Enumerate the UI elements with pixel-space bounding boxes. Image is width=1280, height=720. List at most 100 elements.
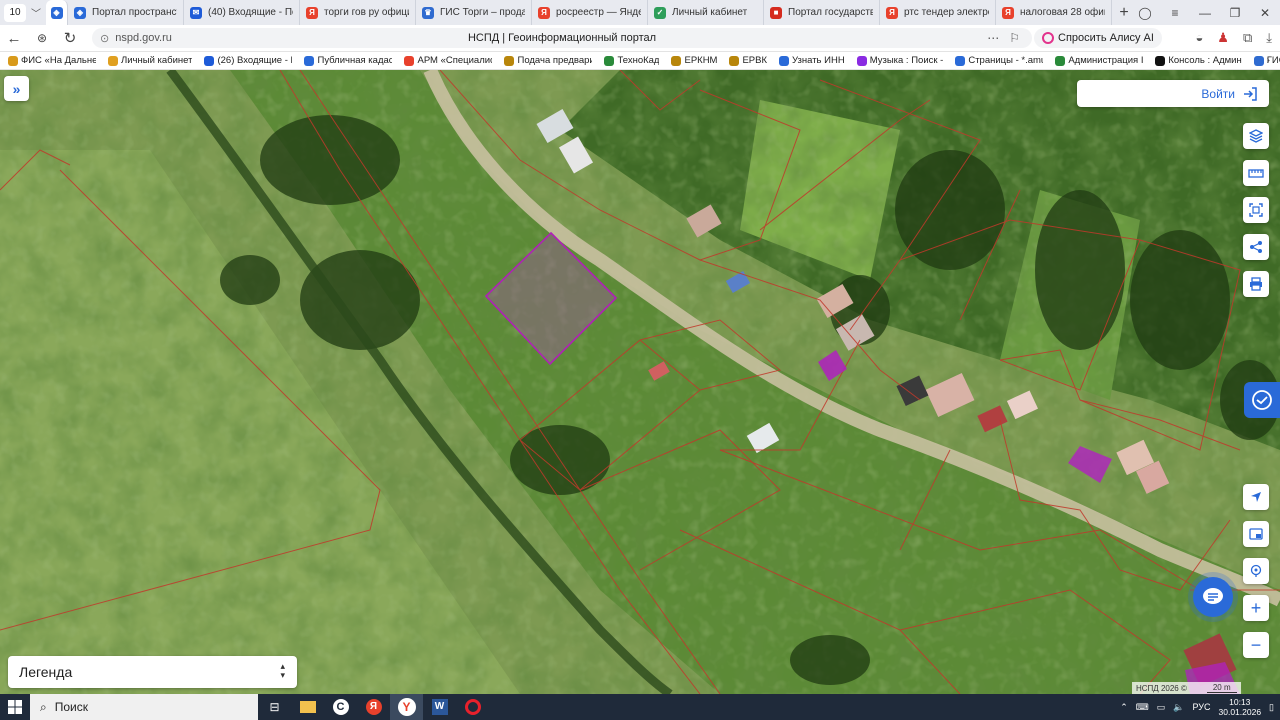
tab-item[interactable]: Яросреестр — Яндекс	[532, 0, 648, 25]
notifications-icon[interactable]: ▯	[1269, 702, 1274, 713]
more-icon[interactable]: ⋯	[987, 31, 999, 45]
toolbar-icons: ◒ ♟ ⧉ ⤓	[1195, 30, 1272, 46]
clock[interactable]: 10:13 30.01.2026	[1219, 697, 1262, 717]
tab-favicon-icon: Я	[538, 6, 550, 19]
bookmark-item[interactable]: Публичная кадаст	[304, 55, 392, 66]
bookmark-item[interactable]: Узнать ИНН	[779, 55, 845, 66]
search-location-button[interactable]	[1243, 558, 1269, 584]
site-info-icon[interactable]: ⊙	[100, 32, 109, 45]
tab-item[interactable]: ♛ ГИС Торги – продаж	[416, 0, 532, 25]
tab-item[interactable]: Яртс тендер электрон	[880, 0, 996, 25]
url-text: nspd.gov.ru	[115, 32, 172, 44]
zoom-out-button[interactable]: −	[1243, 632, 1269, 658]
menu-icon[interactable]: ≡	[1160, 6, 1190, 20]
app-c-icon[interactable]: C	[324, 694, 357, 720]
network-icon[interactable]: ▭	[1157, 702, 1166, 713]
task-view-icon[interactable]: ⊟	[258, 694, 291, 720]
tabs-dropdown-icon[interactable]: ﹀	[26, 5, 46, 20]
url-field[interactable]: ⊙ nspd.gov.ru НСПД | Геоинформационный п…	[92, 28, 1032, 48]
bookmark-label: Музыка : Поиск -	[869, 55, 944, 66]
minimize-icon[interactable]: —	[1190, 6, 1220, 20]
tab-label: (40) Входящие - Поч	[208, 7, 293, 18]
address-bar: ← ⊛ ↻ ⊙ nspd.gov.ru НСПД | Геоинформацио…	[0, 25, 1280, 52]
locate-button[interactable]	[1243, 484, 1269, 510]
vpn-icon[interactable]: ◒	[1195, 30, 1203, 46]
login-button[interactable]: Войти	[1077, 80, 1269, 107]
share-button[interactable]	[1243, 234, 1269, 260]
collections-icon[interactable]: ⧉	[1243, 30, 1252, 46]
bookmark-item[interactable]: АРМ «Специалист	[404, 55, 492, 66]
tab-label: торги гов ру офици	[324, 7, 409, 18]
assistant-button[interactable]	[1244, 382, 1280, 418]
bookmark-item[interactable]: ЕРКНМ	[671, 55, 717, 66]
bookmark-item[interactable]: Музыка : Поиск -	[856, 55, 944, 66]
tray-expand-icon[interactable]: ⌃	[1120, 702, 1128, 713]
ask-alice-button[interactable]: Спросить Алису AI	[1034, 28, 1162, 48]
minimap-button[interactable]	[1243, 521, 1269, 547]
language-indicator[interactable]: РУС	[1192, 702, 1210, 712]
taskbar-search[interactable]: ⌕ Поиск	[30, 694, 258, 720]
bookmark-item[interactable]: Администрация I	[1055, 55, 1143, 66]
bookmark-item[interactable]: Страницы - *.amu	[955, 55, 1043, 66]
yandex-home-icon[interactable]: ⊛	[28, 31, 56, 45]
extension-icon[interactable]: ♟	[1217, 30, 1229, 46]
windows-start-icon[interactable]	[0, 700, 30, 714]
tab-label: Портал пространст	[92, 7, 177, 18]
bookmark-favicon-icon	[729, 55, 740, 66]
bookmark-item[interactable]: Личный кабинет	[108, 55, 192, 66]
tab-item[interactable]: ◈ Портал пространст	[68, 0, 184, 25]
legend-toggle-icon[interactable]: ▴ ▾	[280, 662, 285, 680]
chat-button[interactable]	[1193, 577, 1233, 617]
bookmark-item[interactable]: ТехноКад	[604, 55, 659, 66]
tab-label: налоговая 28 официа	[1020, 7, 1105, 18]
tab-favicon-icon: ◈	[74, 6, 86, 19]
select-area-button[interactable]	[1243, 197, 1269, 223]
bookmark-item[interactable]: ФИС «На Дальнем	[8, 55, 96, 66]
reload-icon[interactable]: ↻	[56, 29, 84, 47]
zoom-in-button[interactable]: +	[1243, 595, 1269, 621]
bookmark-icon[interactable]: ⚐	[1009, 31, 1020, 45]
layers-button[interactable]	[1243, 123, 1269, 149]
tab-counter[interactable]: 10	[4, 3, 26, 22]
yandex-browser-icon[interactable]: Y	[390, 694, 423, 720]
bookmark-label: (26) Входящие - П	[217, 55, 293, 66]
legend-panel[interactable]: Легенда ▴ ▾	[8, 656, 297, 688]
satellite-map[interactable]	[0, 70, 1280, 694]
keyboard-icon[interactable]: ⌨	[1136, 702, 1149, 713]
yandex-icon[interactable]: Я	[357, 694, 390, 720]
layers-icon	[1249, 129, 1263, 143]
assistant-icon	[1252, 390, 1272, 410]
bookmark-item[interactable]: (26) Входящие - П	[204, 55, 292, 66]
download-icon[interactable]: ⤓	[1266, 30, 1272, 46]
profile-icon[interactable]: ◯	[1130, 6, 1160, 20]
bookmark-item[interactable]: Консоль : Админ	[1155, 55, 1242, 66]
word-icon[interactable]: W	[423, 694, 456, 720]
locate-icon	[1251, 492, 1261, 502]
expand-sidebar-button[interactable]: »	[4, 76, 29, 101]
volume-icon[interactable]: 🔈	[1173, 702, 1184, 713]
system-tray: ⌃ ⌨ ▭ 🔈 РУС 10:13 30.01.2026 ▯	[1120, 694, 1274, 720]
map-viewport[interactable]: » Войти + − Легенда ▴ ▾ НСПД 2026 © 20 m	[0, 70, 1280, 694]
restore-icon[interactable]: ❐	[1220, 6, 1250, 20]
bookmark-item[interactable]: ЕРВК	[729, 55, 767, 66]
bookmark-favicon-icon	[779, 55, 790, 66]
tab-item[interactable]: Яналоговая 28 официа	[996, 0, 1112, 25]
bookmark-item[interactable]: Подача предварит	[504, 55, 592, 66]
tab-label: росреестр — Яндекс	[556, 7, 641, 18]
opera-icon[interactable]	[456, 694, 489, 720]
file-explorer-icon[interactable]	[291, 694, 324, 720]
tab-item[interactable]: ✉ (40) Входящие - Поч	[184, 0, 300, 25]
print-button[interactable]	[1243, 271, 1269, 297]
close-icon[interactable]: ✕	[1250, 6, 1280, 20]
tab-item[interactable]: ■ Портал государстве	[764, 0, 880, 25]
tab-active[interactable]: ◈	[46, 0, 68, 25]
bookmark-label: Администрация I	[1068, 55, 1144, 66]
bookmark-favicon-icon	[604, 55, 615, 66]
bookmark-favicon-icon	[1155, 55, 1166, 66]
tab-item[interactable]: ✓ Личный кабинет	[648, 0, 764, 25]
back-icon[interactable]: ←	[0, 30, 28, 47]
bookmark-favicon-icon	[671, 55, 682, 66]
tab-item[interactable]: Яторги гов ру офици	[300, 0, 416, 25]
ruler-button[interactable]	[1243, 160, 1269, 186]
bookmarks-more-icon[interactable]: ›	[1267, 55, 1270, 66]
